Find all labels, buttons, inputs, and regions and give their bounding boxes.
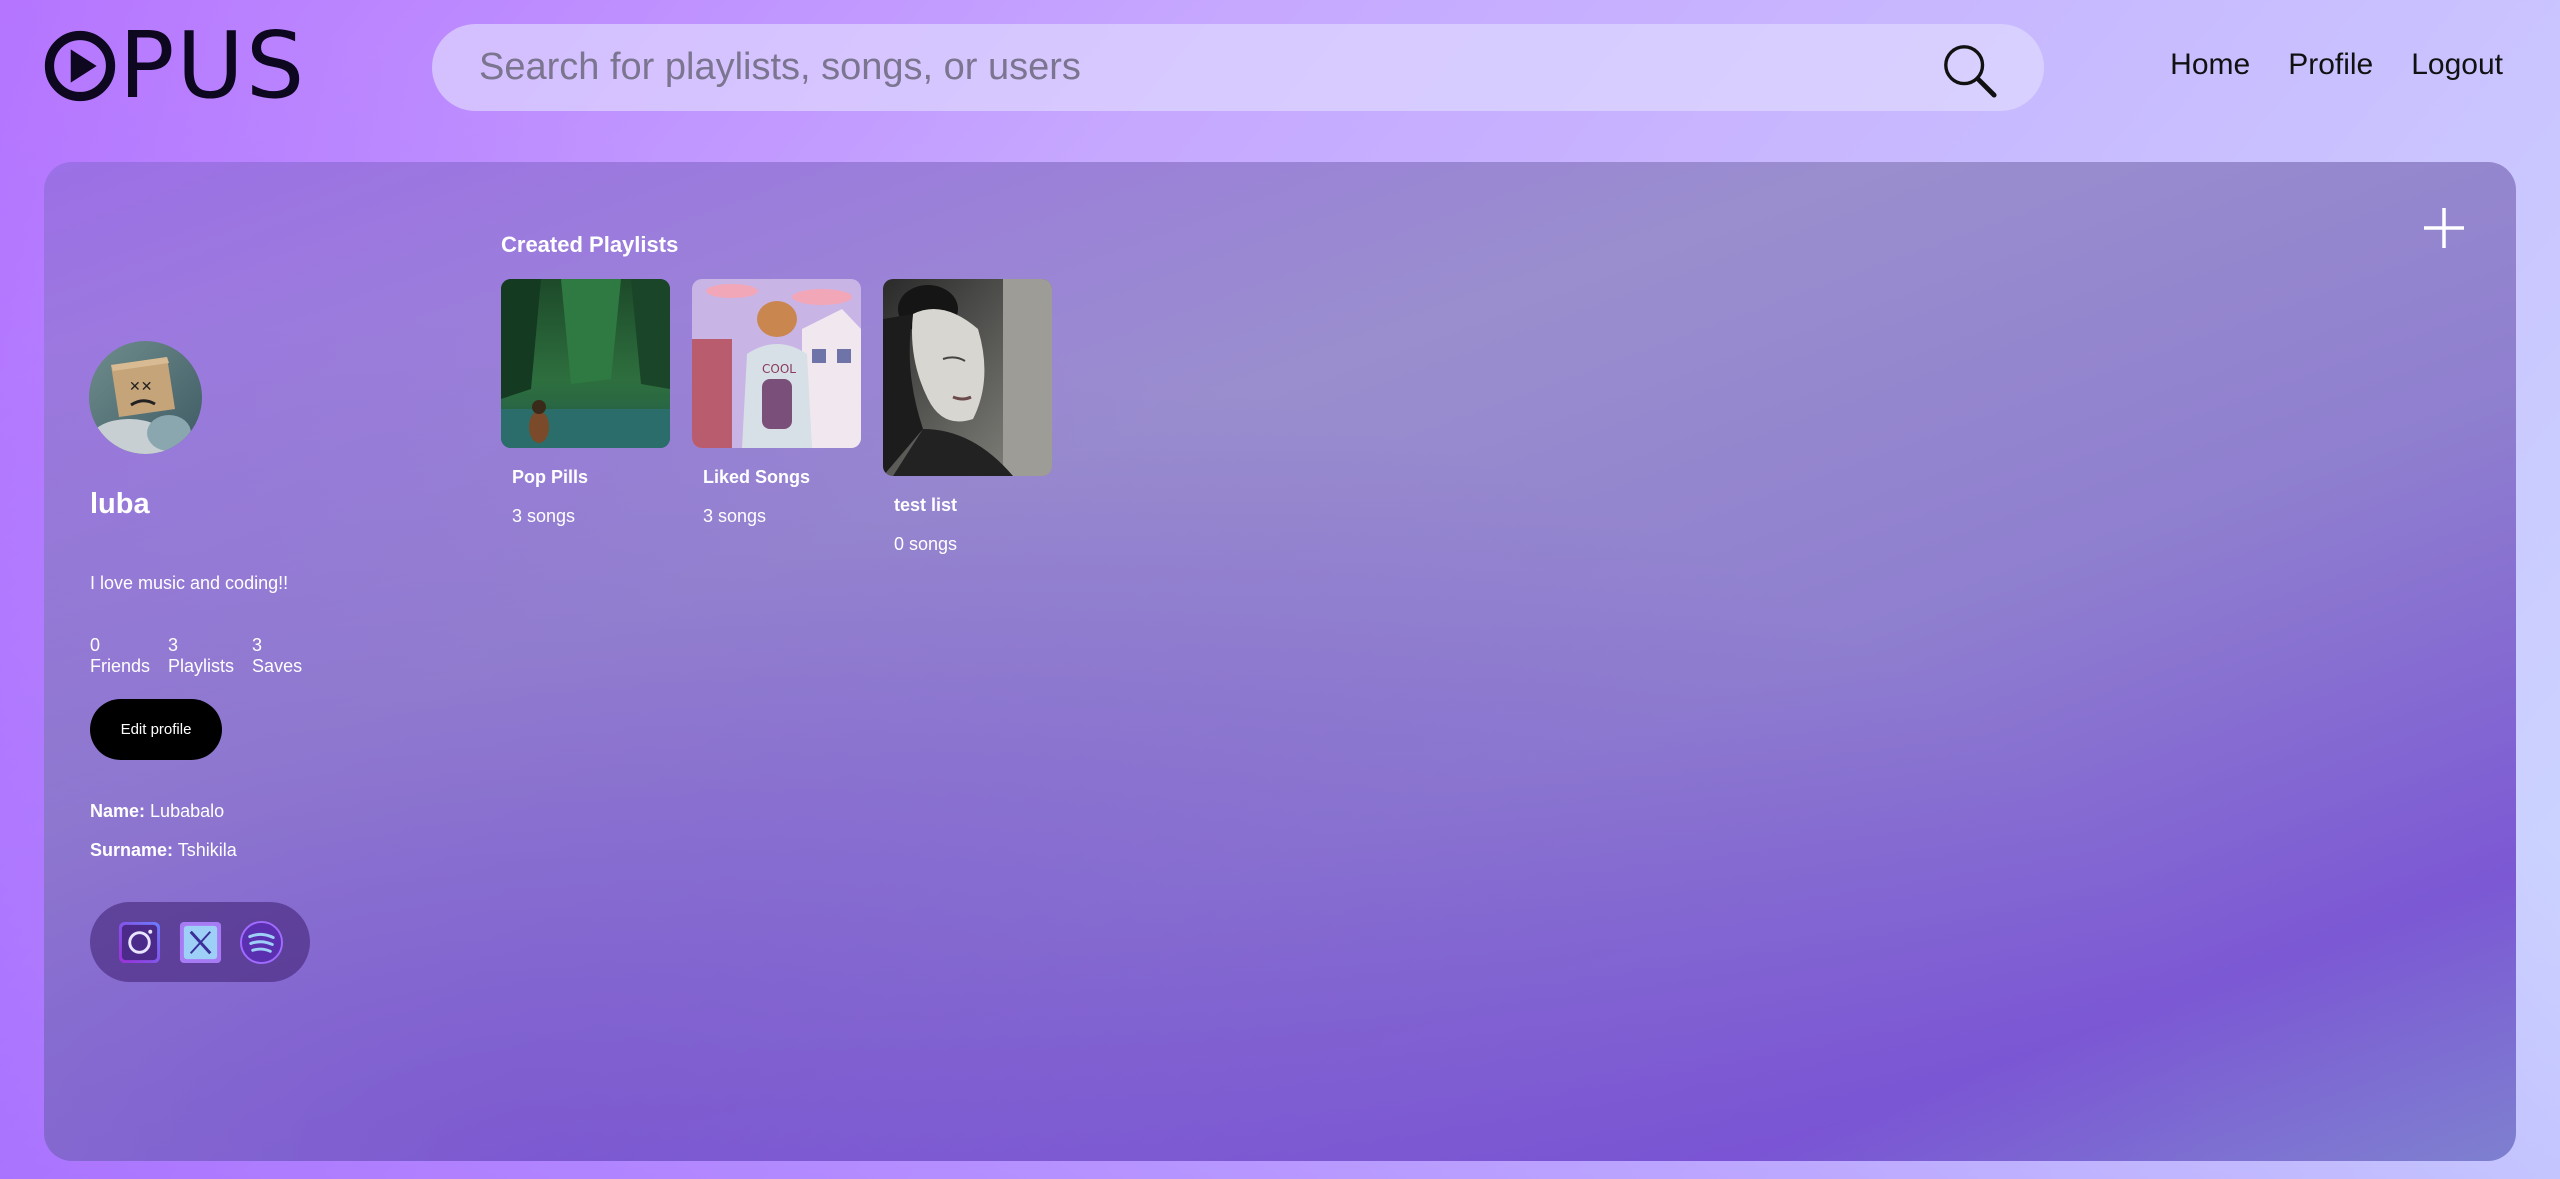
playlist-name: Pop Pills (512, 467, 589, 487)
stat-label: Friends (90, 656, 151, 676)
search-icon[interactable] (1940, 41, 1998, 99)
logo-text: PUS (119, 12, 307, 119)
playlist-song-count: 3 songs (512, 506, 576, 526)
stat-saves[interactable]: 3 Saves (252, 635, 302, 677)
stat-value: 0 (90, 635, 101, 655)
name-label: Name: (90, 801, 146, 821)
play-circle-icon (44, 30, 116, 102)
social-links (90, 902, 310, 982)
nav-logout-link[interactable]: Logout (2411, 48, 2503, 82)
opus-logo[interactable]: PUS (43, 12, 307, 119)
playlist-cover-image (501, 279, 670, 448)
svg-text:✕✕: ✕✕ (129, 379, 152, 395)
stat-friends[interactable]: 0 Friends (90, 635, 150, 677)
username: luba (90, 488, 150, 520)
top-nav: Home Profile Logout (2170, 48, 2503, 82)
add-playlist-icon[interactable] (2422, 206, 2466, 250)
svg-text:COOL: COOL (762, 362, 796, 376)
playlist-card-test-list[interactable]: test list 0 songs (883, 279, 1052, 555)
playlist-name: test list (894, 495, 958, 515)
bio-text: I love music and coding!! (90, 573, 289, 593)
stat-label: Saves (252, 656, 303, 676)
playlist-cover-image (883, 279, 1052, 476)
avatar[interactable]: ✕✕ (89, 341, 202, 454)
search-bar[interactable] (432, 24, 2044, 111)
surname-label: Surname: (90, 840, 174, 860)
x-twitter-icon[interactable] (178, 920, 223, 965)
stat-value: 3 (168, 635, 179, 655)
name-value: Lubabalo (150, 801, 225, 821)
search-input[interactable] (479, 46, 1929, 89)
created-playlists-heading: Created Playlists (501, 232, 679, 257)
edit-profile-button[interactable]: Edit profile (90, 699, 222, 760)
instagram-icon[interactable] (117, 920, 162, 965)
playlist-name: Liked Songs (703, 467, 811, 487)
stat-playlists[interactable]: 3 Playlists (168, 635, 234, 677)
playlist-card-liked-songs[interactable]: COOL Liked Songs 3 songs (692, 279, 861, 527)
surname-row: Surname: Tshikila (90, 840, 237, 861)
playlist-song-count: 0 songs (894, 534, 958, 554)
name-row: Name: Lubabalo (90, 801, 224, 822)
nav-profile-link[interactable]: Profile (2288, 48, 2373, 82)
profile-stats: 0 Friends 3 Playlists 3 Saves (90, 635, 302, 677)
nav-home-link[interactable]: Home (2170, 48, 2250, 82)
playlist-song-count: 3 songs (703, 506, 767, 526)
playlist-card-pop-pills[interactable]: Pop Pills 3 songs (501, 279, 670, 527)
stat-value: 3 (252, 635, 263, 655)
surname-value: Tshikila (177, 840, 237, 860)
playlist-cover-image: COOL (692, 279, 861, 448)
stat-label: Playlists (168, 656, 235, 676)
profile-card: ✕✕ luba I love music and coding!! 0 Frie… (44, 162, 2516, 1161)
spotify-icon[interactable] (239, 920, 284, 965)
